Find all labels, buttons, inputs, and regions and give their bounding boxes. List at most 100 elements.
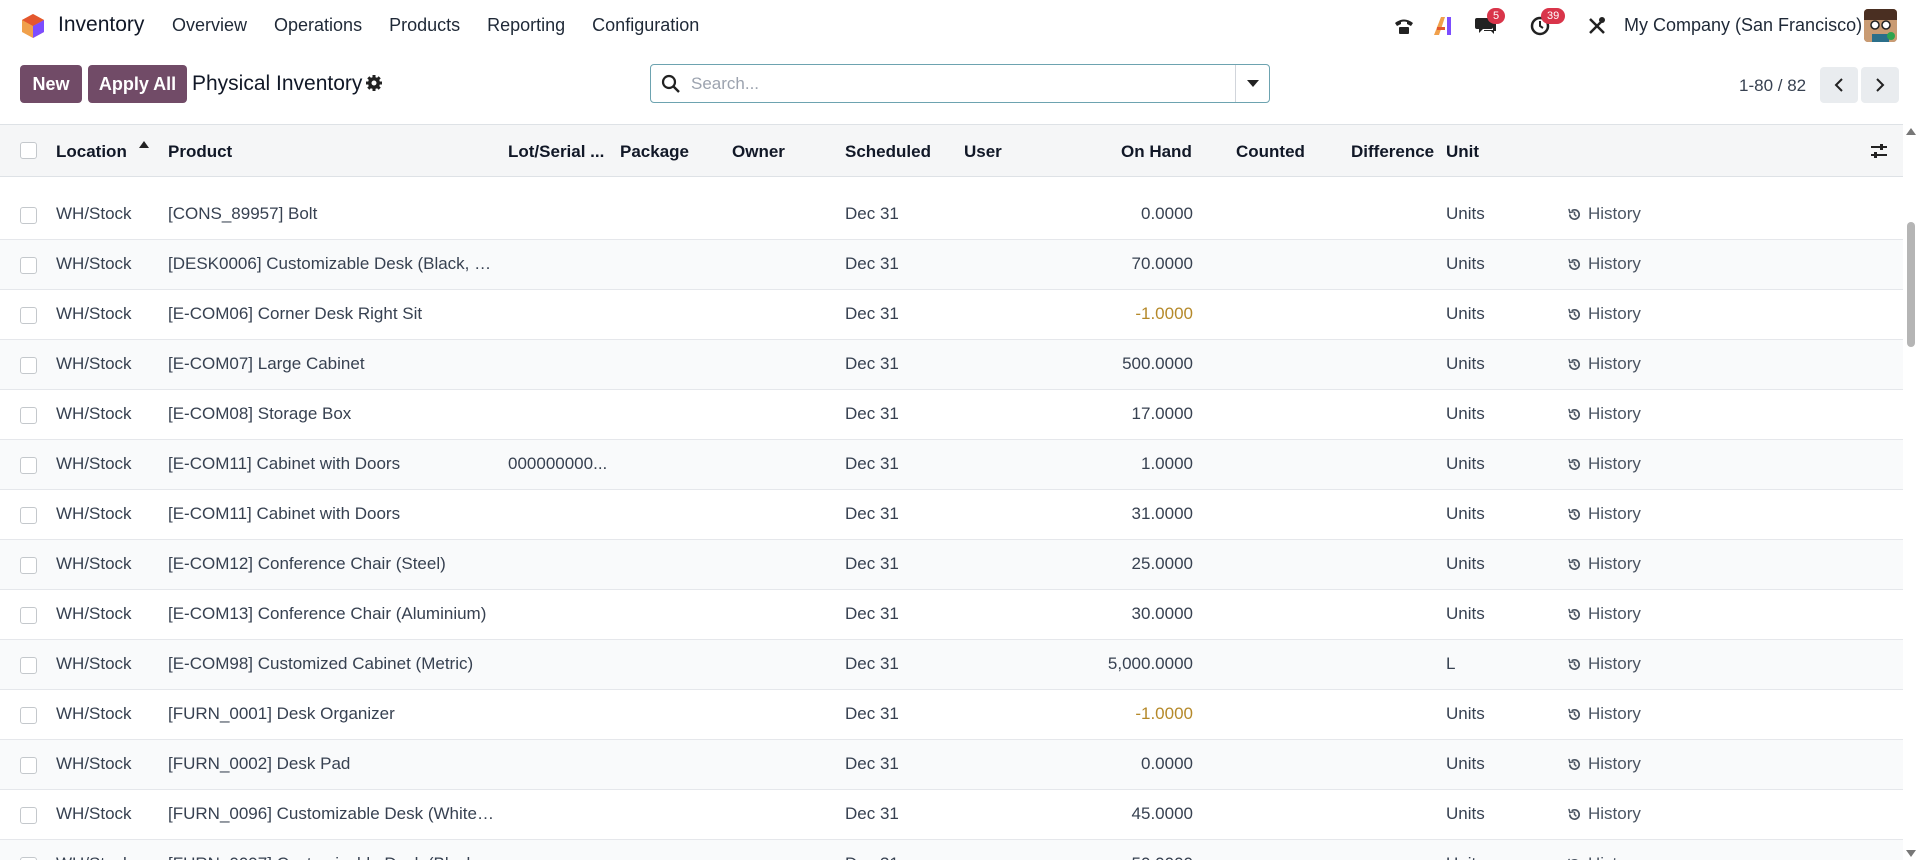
table-row[interactable]: WH/Stock [DESK0006] Customizable Desk (Bl… bbox=[0, 240, 1903, 290]
column-user[interactable]: User bbox=[964, 142, 1002, 162]
top-navbar: Inventory Overview Operations Products Repo… bbox=[0, 0, 1919, 52]
apply-all-button[interactable]: Apply All bbox=[88, 65, 187, 103]
row-checkbox[interactable] bbox=[20, 607, 37, 624]
menu-item-reporting[interactable]: Reporting bbox=[487, 15, 565, 36]
inventory-app-icon[interactable] bbox=[21, 13, 45, 39]
ai-icon[interactable] bbox=[1430, 13, 1456, 39]
table-row[interactable]: WH/Stock [FURN_0097] Customizable Desk (B… bbox=[0, 840, 1903, 860]
cell-scheduled: Dec 31 bbox=[845, 454, 899, 473]
column-package[interactable]: Package bbox=[620, 142, 689, 162]
column-difference[interactable]: Difference bbox=[1351, 142, 1434, 162]
gear-icon[interactable] bbox=[365, 74, 383, 92]
menu-item-operations[interactable]: Operations bbox=[274, 15, 362, 36]
cell-scheduled: Dec 31 bbox=[845, 404, 899, 423]
table-row[interactable]: WH/Stock [E-COM11] Cabinet with Doors 0000… bbox=[0, 440, 1903, 490]
table-row[interactable]: WH/Stock [E-COM06] Corner Desk Right Sit D… bbox=[0, 290, 1903, 340]
history-icon bbox=[1568, 758, 1581, 770]
user-avatar[interactable] bbox=[1864, 9, 1897, 42]
table-row[interactable]: WH/Stock [FURN_0001] Desk Organizer Dec 31… bbox=[0, 690, 1903, 740]
menu-item-products[interactable]: Products bbox=[389, 15, 460, 36]
cell-on-hand: 500.0000 bbox=[1122, 354, 1193, 373]
row-checkbox[interactable] bbox=[20, 257, 37, 274]
menu-item-configuration[interactable]: Configuration bbox=[592, 15, 699, 36]
history-button[interactable]: History bbox=[1567, 254, 1641, 274]
table-row[interactable]: WH/Stock [E-COM08] Storage Box Dec 31 17.00… bbox=[0, 390, 1903, 440]
column-location[interactable]: Location bbox=[56, 142, 127, 162]
history-button[interactable]: History bbox=[1567, 304, 1641, 324]
row-checkbox[interactable] bbox=[20, 207, 37, 224]
cell-unit: Units bbox=[1446, 404, 1485, 423]
history-icon bbox=[1568, 508, 1581, 520]
table-row[interactable]: WH/Stock [CONS_89957] Bolt Dec 31 0.0000 Uni… bbox=[0, 190, 1903, 240]
cell-product: [FURN_0096] Customizable Desk (White, ..… bbox=[168, 804, 498, 823]
row-checkbox[interactable] bbox=[20, 457, 37, 474]
column-product[interactable]: Product bbox=[168, 142, 232, 162]
row-checkbox[interactable] bbox=[20, 657, 37, 674]
history-label: History bbox=[1588, 804, 1641, 823]
table-row[interactable]: WH/Stock [FURN_0096] Customizable Desk (W… bbox=[0, 790, 1903, 840]
column-scheduled[interactable]: Scheduled bbox=[845, 142, 931, 162]
activities-icon[interactable]: 39 bbox=[1527, 8, 1566, 39]
cell-product: [CONS_89957] Bolt bbox=[168, 204, 318, 223]
row-checkbox[interactable] bbox=[20, 407, 37, 424]
table-row[interactable]: WH/Stock [E-COM07] Large Cabinet Dec 31 500… bbox=[0, 340, 1903, 390]
history-button[interactable]: History bbox=[1567, 404, 1641, 424]
cell-on-hand: -1.0000 bbox=[1135, 704, 1193, 723]
row-checkbox[interactable] bbox=[20, 757, 37, 774]
history-button[interactable]: History bbox=[1567, 204, 1641, 224]
history-button[interactable]: History bbox=[1567, 504, 1641, 524]
history-label: History bbox=[1588, 704, 1641, 723]
row-checkbox[interactable] bbox=[20, 507, 37, 524]
row-checkbox[interactable] bbox=[20, 357, 37, 374]
history-icon bbox=[1568, 408, 1581, 420]
history-icon bbox=[1568, 458, 1581, 470]
table-row[interactable]: WH/Stock [FURN_0002] Desk Pad Dec 31 0.0000… bbox=[0, 740, 1903, 790]
row-checkbox[interactable] bbox=[20, 557, 37, 574]
cell-product: [E-COM11] Cabinet with Doors bbox=[168, 454, 401, 473]
pager-previous-button[interactable] bbox=[1820, 67, 1858, 103]
select-all-checkbox[interactable] bbox=[20, 142, 37, 159]
history-button[interactable]: History bbox=[1567, 704, 1641, 724]
column-unit[interactable]: Unit bbox=[1446, 142, 1479, 162]
table-row[interactable]: WH/Stock [E-COM13] Conference Chair (Alum… bbox=[0, 590, 1903, 640]
phone-icon[interactable] bbox=[1391, 13, 1417, 39]
history-button[interactable]: History bbox=[1567, 854, 1641, 860]
row-checkbox[interactable] bbox=[20, 307, 37, 324]
history-button[interactable]: History bbox=[1567, 654, 1641, 674]
history-button[interactable]: History bbox=[1567, 604, 1641, 624]
table-row[interactable]: WH/Stock [E-COM12] Conference Chair (Stee… bbox=[0, 540, 1903, 590]
company-switcher[interactable]: My Company (San Francisco) bbox=[1624, 15, 1862, 36]
history-button[interactable]: History bbox=[1567, 454, 1641, 474]
search-options-toggle[interactable] bbox=[1236, 65, 1270, 102]
tools-icon[interactable] bbox=[1584, 13, 1610, 39]
column-owner[interactable]: Owner bbox=[732, 142, 785, 162]
column-lot-serial[interactable]: Lot/Serial ... bbox=[508, 142, 604, 162]
table-row[interactable]: WH/Stock [E-COM11] Cabinet with Doors Dec … bbox=[0, 490, 1903, 540]
table-row[interactable]: WH/Stock [E-COM98] Customized Cabinet (Me… bbox=[0, 640, 1903, 690]
scroll-thumb[interactable] bbox=[1907, 222, 1915, 347]
history-button[interactable]: History bbox=[1567, 804, 1641, 824]
pager-value[interactable]: 1-80 / 82 bbox=[1739, 76, 1806, 96]
column-on-hand[interactable]: On Hand bbox=[1121, 142, 1192, 162]
new-button[interactable]: New bbox=[20, 65, 82, 103]
app-name[interactable]: Inventory bbox=[58, 13, 144, 37]
history-button[interactable]: History bbox=[1567, 754, 1641, 774]
history-button[interactable]: History bbox=[1567, 354, 1641, 374]
scroll-down-arrow[interactable] bbox=[1906, 850, 1916, 857]
column-counted[interactable]: Counted bbox=[1236, 142, 1305, 162]
cell-product: [FURN_0001] Desk Organizer bbox=[168, 704, 395, 723]
menu-item-overview[interactable]: Overview bbox=[172, 15, 247, 36]
row-checkbox[interactable] bbox=[20, 807, 37, 824]
pager-next-button[interactable] bbox=[1861, 67, 1899, 103]
history-button[interactable]: History bbox=[1567, 554, 1641, 574]
vertical-scrollbar[interactable] bbox=[1903, 124, 1919, 860]
search-input[interactable] bbox=[691, 70, 1211, 98]
cell-product: [FURN_0097] Customizable Desk (Black, ..… bbox=[168, 854, 498, 860]
history-label: History bbox=[1588, 504, 1641, 523]
row-checkbox[interactable] bbox=[20, 707, 37, 724]
cell-scheduled: Dec 31 bbox=[845, 554, 899, 573]
cell-location: WH/Stock bbox=[56, 554, 132, 573]
messages-icon[interactable]: 5 bbox=[1473, 8, 1506, 39]
optional-columns-icon[interactable] bbox=[1870, 142, 1888, 160]
scroll-up-arrow[interactable] bbox=[1906, 128, 1916, 135]
